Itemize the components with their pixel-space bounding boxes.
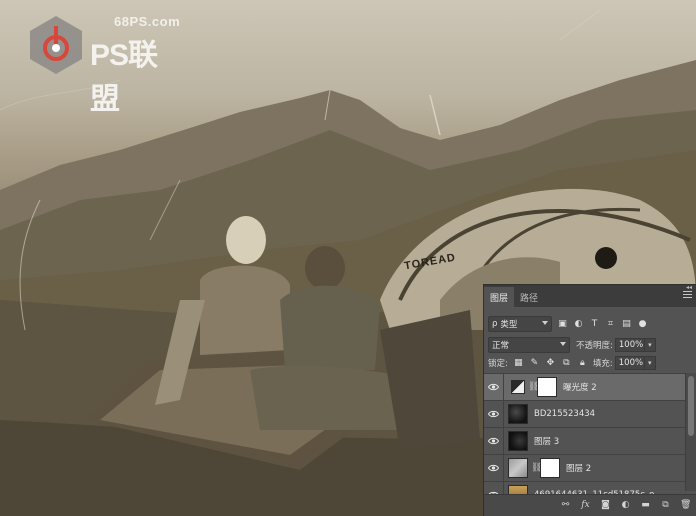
- new-layer-icon[interactable]: ⧉: [660, 500, 671, 511]
- opacity-chevron-icon[interactable]: ▾: [644, 338, 656, 352]
- filter-kind-label: 类型: [500, 320, 518, 330]
- layer-row-layer2[interactable]: ⛓︎ 图层 2: [484, 454, 686, 482]
- ps-hexagon-logo-icon: [30, 16, 82, 74]
- watermark-brand: PS联盟: [90, 39, 158, 116]
- layer-name: 图层 2: [566, 464, 592, 474]
- visibility-eye-icon[interactable]: [484, 454, 504, 482]
- layer-thumbnail[interactable]: [508, 404, 528, 424]
- adjustment-icon[interactable]: ◐: [620, 500, 631, 511]
- collapse-arrows-icon[interactable]: ◂◂: [686, 284, 692, 291]
- watermark-logo: 68PS.com PS联盟: [26, 12, 186, 116]
- panel-tab-bar: 图层 路径 ◂◂: [484, 284, 696, 307]
- link-icon[interactable]: ⚯: [560, 500, 571, 511]
- fx-icon[interactable]: fx: [580, 500, 591, 511]
- filter-kind-dropdown[interactable]: ρ 类型: [488, 316, 552, 332]
- filter-type-icon[interactable]: T: [589, 319, 600, 330]
- mask-link-icon[interactable]: ⛓︎: [531, 462, 542, 474]
- blend-row: 正常 不透明度: 100% ▾: [484, 337, 696, 353]
- filter-toggle-icon[interactable]: ●: [637, 319, 648, 330]
- filter-adjustment-icon[interactable]: ◐: [573, 319, 584, 330]
- panel-menu-icon[interactable]: [683, 291, 692, 300]
- layer-name: 图层 3: [534, 437, 560, 447]
- layer-row-layer3[interactable]: 图层 3: [484, 427, 686, 455]
- layers-list: ⛓︎ 曝光度 2 BD215523434 图层 3 ⛓︎ 图层 2: [484, 373, 686, 509]
- mask-link-icon[interactable]: ⛓︎: [528, 381, 539, 393]
- layer-thumbnail[interactable]: [508, 431, 528, 451]
- blend-mode-dropdown[interactable]: 正常: [488, 337, 570, 353]
- trash-icon[interactable]: 🗑︎: [680, 500, 691, 511]
- tab-paths[interactable]: 路径: [514, 287, 544, 307]
- layer-row-bd215523434[interactable]: BD215523434: [484, 400, 686, 428]
- lock-image-icon[interactable]: ✎: [529, 358, 540, 369]
- layers-panel: 图层 路径 ◂◂ ρ 类型 ▣ ◐ T ⌗ ▤ ● 正常 不透明度: 100% …: [483, 284, 696, 516]
- folder-icon[interactable]: ▬: [640, 500, 651, 511]
- exposure-adjustment-icon: [511, 380, 525, 394]
- lock-row: 锁定: ▦ ✎ ✥ ⧉ 🔒︎ 填充: 100% ▾: [484, 356, 696, 370]
- mask-icon[interactable]: ◙: [600, 500, 611, 511]
- layer-mask-thumbnail[interactable]: [540, 458, 560, 478]
- filter-row: ρ 类型 ▣ ◐ T ⌗ ▤ ●: [484, 316, 696, 332]
- layer-row-exposure[interactable]: ⛓︎ 曝光度 2: [484, 373, 686, 401]
- layer-name: BD215523434: [534, 409, 596, 419]
- fill-input[interactable]: 100%: [614, 356, 645, 370]
- filter-shape-icon[interactable]: ⌗: [605, 319, 616, 330]
- layer-thumbnail[interactable]: [508, 458, 528, 478]
- opacity-input[interactable]: 100%: [614, 338, 645, 352]
- search-icon: ρ: [492, 319, 498, 329]
- tab-layers[interactable]: 图层: [484, 287, 515, 307]
- lock-artboard-icon[interactable]: ⧉: [561, 358, 572, 369]
- blend-mode-value: 正常: [492, 341, 510, 351]
- fill-chevron-icon[interactable]: ▾: [644, 356, 656, 370]
- filter-smartobject-icon[interactable]: ▤: [621, 319, 632, 330]
- lock-transparent-icon[interactable]: ▦: [513, 358, 524, 369]
- layer-name: 曝光度 2: [563, 383, 597, 393]
- filter-pixel-icon[interactable]: ▣: [557, 319, 568, 330]
- fill-label: 填充:: [592, 359, 613, 369]
- scrollbar-thumb[interactable]: [688, 376, 694, 436]
- opacity-label: 不透明度:: [576, 341, 613, 351]
- visibility-eye-icon[interactable]: [484, 400, 504, 428]
- lock-position-icon[interactable]: ✥: [545, 358, 556, 369]
- visibility-eye-icon[interactable]: [484, 427, 504, 455]
- layers-scrollbar[interactable]: [685, 373, 696, 491]
- layers-bottom-toolbar: ⚯ fx ◙ ◐ ▬ ⧉ 🗑︎: [484, 494, 696, 516]
- watermark-url: 68PS.com: [114, 14, 181, 29]
- lock-label: 锁定:: [488, 359, 508, 369]
- layer-mask-thumbnail[interactable]: [537, 377, 557, 397]
- lock-all-icon[interactable]: 🔒︎: [577, 358, 588, 369]
- visibility-eye-icon[interactable]: [484, 373, 504, 401]
